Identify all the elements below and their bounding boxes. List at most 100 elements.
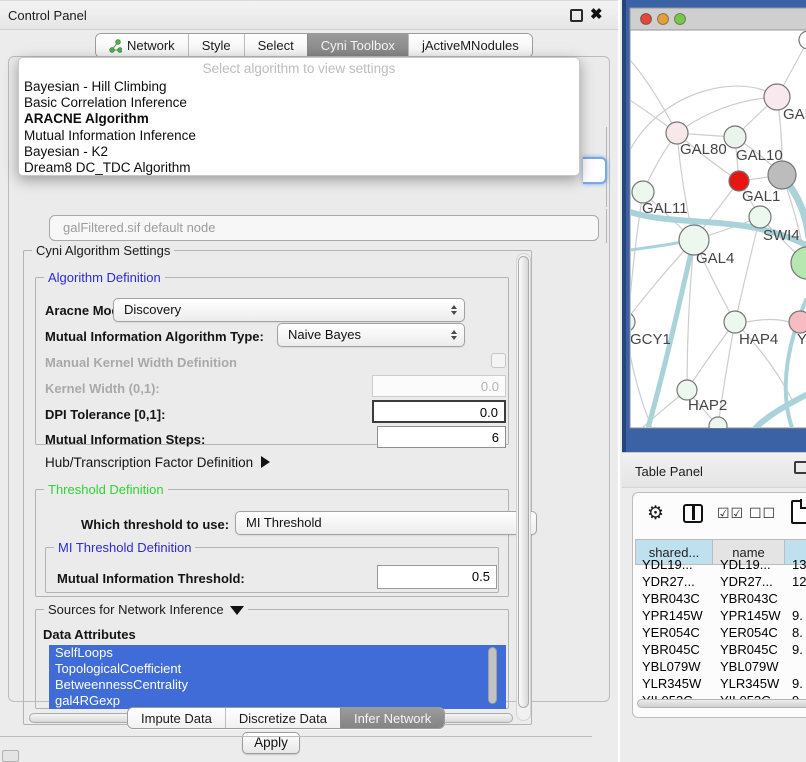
collapse-down-icon[interactable]: [230, 606, 244, 615]
close-panel-icon[interactable]: ✖: [590, 6, 603, 24]
mi-threshold-label: Mutual Information Threshold:: [57, 571, 245, 586]
table-cell: YDL19...: [713, 556, 785, 573]
network-desktop: GALGAL80GAL10GAL1GAL11SWI4GAL4GCY1HAP4YH…: [622, 0, 806, 452]
table-cell: YER054C: [635, 624, 713, 641]
table-cell: YBR043C: [635, 590, 713, 607]
algorithm-option[interactable]: Bayesian - K2: [19, 144, 579, 160]
which-threshold-combo[interactable]: MI Threshold: [235, 511, 537, 535]
table-row[interactable]: YDR27...YDR27...12: [635, 573, 806, 590]
algorithm-option[interactable]: Dream8 DC_TDC Algorithm: [19, 160, 579, 176]
table-source-combo[interactable]: galFiltered.sif default node: [49, 215, 599, 241]
corner-button[interactable]: [2, 750, 19, 762]
attribute-item-selected[interactable]: SelfLoops: [49, 645, 506, 661]
network-window-titlebar[interactable]: [630, 8, 806, 30]
tab-select[interactable]: Select: [244, 34, 307, 57]
algorithm-option[interactable]: Mutual Information Inference: [19, 128, 579, 144]
tab-label: Cyni Toolbox: [321, 38, 395, 53]
float-panel-icon[interactable]: [570, 9, 583, 22]
node-label: GAL80: [680, 141, 727, 158]
tab-style[interactable]: Style: [188, 34, 244, 57]
tab-cyni-toolbox[interactable]: Cyni Toolbox: [307, 34, 408, 57]
table-cell: YLR345W: [713, 675, 785, 692]
attribute-item-selected[interactable]: BetweennessCentrality: [49, 677, 506, 693]
minimize-window-icon[interactable]: [658, 14, 669, 25]
table-hscrollbar[interactable]: [637, 699, 806, 708]
algorithm-option[interactable]: Bayesian - Hill Climbing: [19, 79, 579, 95]
tab-network[interactable]: Network: [96, 34, 188, 57]
table-toolbar: ⚙ ☑☑ ☐☐: [633, 493, 806, 537]
aracne-mode-combo[interactable]: Discovery: [113, 298, 465, 322]
tab-discretize-data[interactable]: Discretize Data: [225, 708, 340, 728]
gear-icon[interactable]: ⚙: [647, 502, 664, 525]
table-row[interactable]: YER054CYER054C8.: [635, 624, 806, 641]
hub-definition-toggle[interactable]: Hub/Transcription Factor Definition: [45, 455, 270, 470]
tab-impute-data[interactable]: Impute Data: [128, 708, 225, 728]
tab-label: Discretize Data: [239, 711, 327, 726]
dpi-tolerance-label: DPI Tolerance [0,1]:: [45, 407, 165, 422]
attribute-item-selected[interactable]: TopologicalCoefficient: [49, 661, 506, 677]
deselect-all-columns-icon[interactable]: ☐☐: [749, 505, 776, 522]
table-cell: YDR27...: [635, 573, 713, 590]
close-window-icon[interactable]: [641, 14, 652, 25]
threshold-definition-title: Threshold Definition: [44, 482, 168, 497]
table-panel-float-icon[interactable]: [794, 461, 806, 474]
expand-right-icon[interactable]: [261, 456, 270, 468]
new-table-icon[interactable]: [791, 500, 806, 524]
attributes-list-scrollbar[interactable]: [488, 647, 497, 704]
table-cell: YBR045C: [713, 641, 785, 658]
network-node-y[interactable]: [789, 311, 806, 333]
table-row[interactable]: YBR043CYBR043C: [635, 590, 806, 607]
node-label: Y: [797, 331, 806, 348]
table-row[interactable]: YBR045CYBR045C9.: [635, 641, 806, 658]
tab-label: Impute Data: [141, 711, 212, 726]
algorithm-combo-fragment[interactable]: [583, 157, 607, 184]
table-row[interactable]: YBL079WYBL079W: [635, 658, 806, 675]
settings-scrollbar-track[interactable]: [516, 253, 531, 721]
node-label: GAL4: [696, 250, 734, 267]
network-node[interactable]: [768, 161, 796, 189]
node-label: GAL11: [642, 200, 688, 217]
table-row[interactable]: YDL19...YDL19...13: [635, 556, 806, 573]
table-cell: [785, 658, 806, 675]
tab-infer-network[interactable]: Infer Network: [340, 708, 444, 728]
network-node-gal10[interactable]: [724, 126, 746, 148]
control-panel-tab-bar: NetworkStyleSelect Cyni Toolbox jActiveMNo…: [95, 33, 533, 58]
screen: Control Panel ✖ NetworkStyleSelect Cyni T…: [0, 0, 806, 762]
network-node-swi4[interactable]: [749, 206, 771, 228]
mi-threshold-field[interactable]: 0.5: [377, 565, 497, 589]
mi-type-label: Mutual Information Algorithm Type:: [45, 329, 264, 344]
node-label: SWI4: [763, 227, 800, 244]
window-traffic-lights[interactable]: [641, 14, 686, 25]
divider: [0, 736, 592, 737]
table-panel-title: Table Panel: [635, 464, 703, 479]
split-columns-icon[interactable]: [683, 504, 703, 523]
network-node[interactable]: [709, 417, 727, 435]
settings-scrollbar-thumb[interactable]: [518, 256, 529, 708]
data-attributes-list[interactable]: SelfLoopsTopologicalCoefficientBetweenne…: [49, 645, 506, 709]
node-label: GAL1: [742, 188, 780, 205]
control-panel-titlebar: Control Panel ✖: [0, 0, 618, 30]
control-panel: Control Panel ✖ NetworkStyleSelect Cyni T…: [0, 0, 620, 762]
algorithm-option[interactable]: Basic Correlation Inference: [19, 95, 579, 111]
manual-kernel-checkbox[interactable]: [491, 353, 506, 368]
table-panel-header: Table Panel: [622, 452, 806, 488]
table-cell: 13: [785, 556, 806, 573]
table-row[interactable]: YPR145WYPR145W9.: [635, 607, 806, 624]
tab-jactivemnodules[interactable]: jActiveMNodules: [408, 34, 532, 57]
network-node-hap4[interactable]: [724, 311, 746, 333]
mi-type-combo[interactable]: Naive Bayes: [277, 323, 465, 347]
sources-toggle[interactable]: Sources for Network Inference: [44, 602, 248, 617]
table-cell: YLR345W: [635, 675, 713, 692]
mi-steps-field[interactable]: 6: [377, 426, 506, 448]
network-graph-icon: [109, 39, 122, 53]
algorithm-option[interactable]: ARACNE Algorithm: [19, 111, 579, 127]
kernel-width-field[interactable]: 0.0: [372, 375, 506, 397]
table-panel: Table Panel ⚙ ☑☑ ☐☐ shared...nameYDL19..…: [622, 452, 806, 762]
select-all-columns-icon[interactable]: ☑☑: [717, 505, 744, 522]
right-column: GALGAL80GAL10GAL1GAL11SWI4GAL4GCY1HAP4YH…: [622, 0, 806, 762]
table-row[interactable]: YLR345WYLR345W9.: [635, 675, 806, 692]
dpi-tolerance-field[interactable]: 0.0: [372, 400, 506, 423]
zoom-window-icon[interactable]: [675, 14, 686, 25]
table-cell: YBR043C: [713, 590, 785, 607]
table-cell: 12: [785, 573, 806, 590]
